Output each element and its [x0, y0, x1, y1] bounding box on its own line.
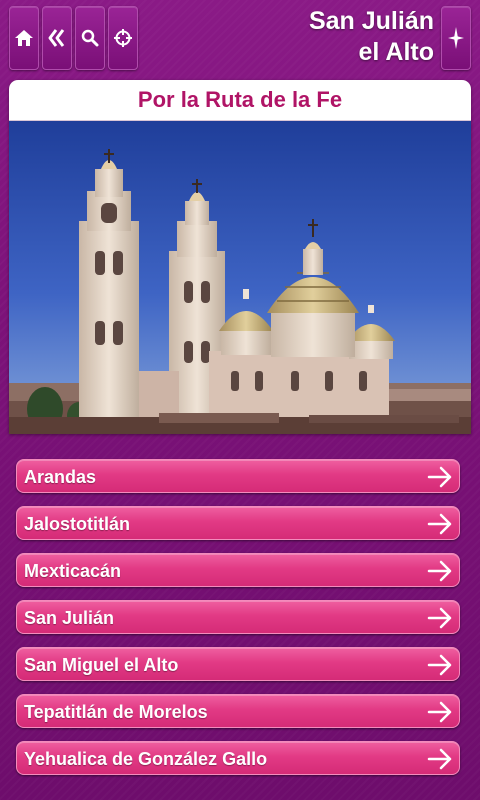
- section-panel: Por la Ruta de la Fe: [9, 80, 471, 434]
- arrow-right-icon: [427, 560, 453, 587]
- arrow-right-icon: [427, 654, 453, 681]
- list-item[interactable]: San Julián: [16, 600, 460, 634]
- list-item-label: Arandas: [24, 467, 97, 487]
- locate-button[interactable]: [108, 6, 138, 70]
- list-item[interactable]: Yehualica de González Gallo: [16, 741, 460, 775]
- list-item[interactable]: Arandas: [16, 459, 460, 493]
- list-item-label: Tepatitlán de Morelos: [24, 702, 208, 722]
- arrow-right-icon: [427, 607, 453, 634]
- list-item-label: Mexticacán: [24, 561, 122, 581]
- home-button[interactable]: [9, 6, 39, 70]
- cathedral-photo: [9, 121, 471, 434]
- list-item[interactable]: Tepatitlán de Morelos: [16, 694, 460, 728]
- list-item-label: San Julián: [24, 608, 115, 628]
- list-item-label: San Miguel el Alto: [24, 655, 179, 675]
- back-button[interactable]: [42, 6, 72, 70]
- list-item-label: Jalostotitlán: [24, 514, 131, 534]
- list-item-label: Yehualica de González Gallo: [24, 749, 268, 769]
- compass-icon: [447, 26, 465, 50]
- city-title-line2: el Alto: [358, 38, 434, 66]
- magnifier-icon: [81, 29, 99, 47]
- double-chevron-left-icon: [47, 28, 67, 48]
- list-item[interactable]: San Miguel el Alto: [16, 647, 460, 681]
- top-bar: San Julián el Alto: [0, 0, 480, 76]
- arrow-right-icon: [427, 513, 453, 540]
- search-button[interactable]: [75, 6, 105, 70]
- home-icon: [14, 29, 34, 47]
- section-title: Por la Ruta de la Fe: [9, 80, 471, 121]
- crosshair-icon: [113, 28, 133, 48]
- compass-button[interactable]: [441, 6, 471, 70]
- city-title: San Julián el Alto: [184, 6, 434, 68]
- list-item[interactable]: Jalostotitlán: [16, 506, 460, 540]
- city-title-line1: San Julián: [308, 7, 434, 35]
- arrow-right-icon: [427, 466, 453, 493]
- arrow-right-icon: [427, 748, 453, 775]
- list-item[interactable]: Mexticacán: [16, 553, 460, 587]
- arrow-right-icon: [427, 701, 453, 728]
